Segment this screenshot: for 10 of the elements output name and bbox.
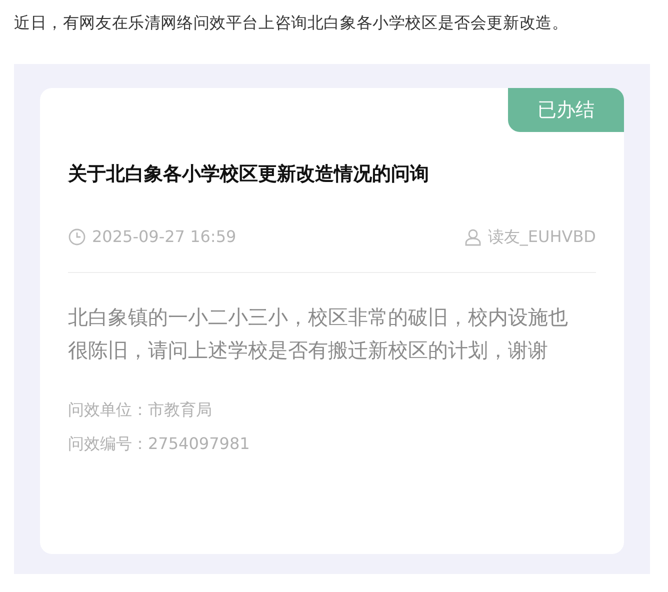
info-line: 问效单位：市教育局	[68, 399, 213, 421]
inquiry-body: 北白象镇的一小二小三小，校区非常的破旧，校内设施也很陈旧，请问上述学校是否有搬迁新校区的计划，谢谢	[68, 304, 569, 364]
intro-text: 近日，有网友在乐清网络问效平台上咨询北白象各小学校区是否会更新改造。	[13, 12, 570, 34]
user-icon	[464, 228, 482, 246]
author-name: 读友_EUHVBD	[488, 226, 596, 248]
inquiry-title: 关于北白象各小学校区更新改造情况的问询	[68, 162, 430, 187]
clock-icon	[68, 228, 86, 246]
status-badge: 已办结	[508, 88, 624, 132]
info-line: 问效编号：2754097981	[68, 433, 251, 455]
post-time: 2025-09-27 16:59	[92, 226, 236, 248]
